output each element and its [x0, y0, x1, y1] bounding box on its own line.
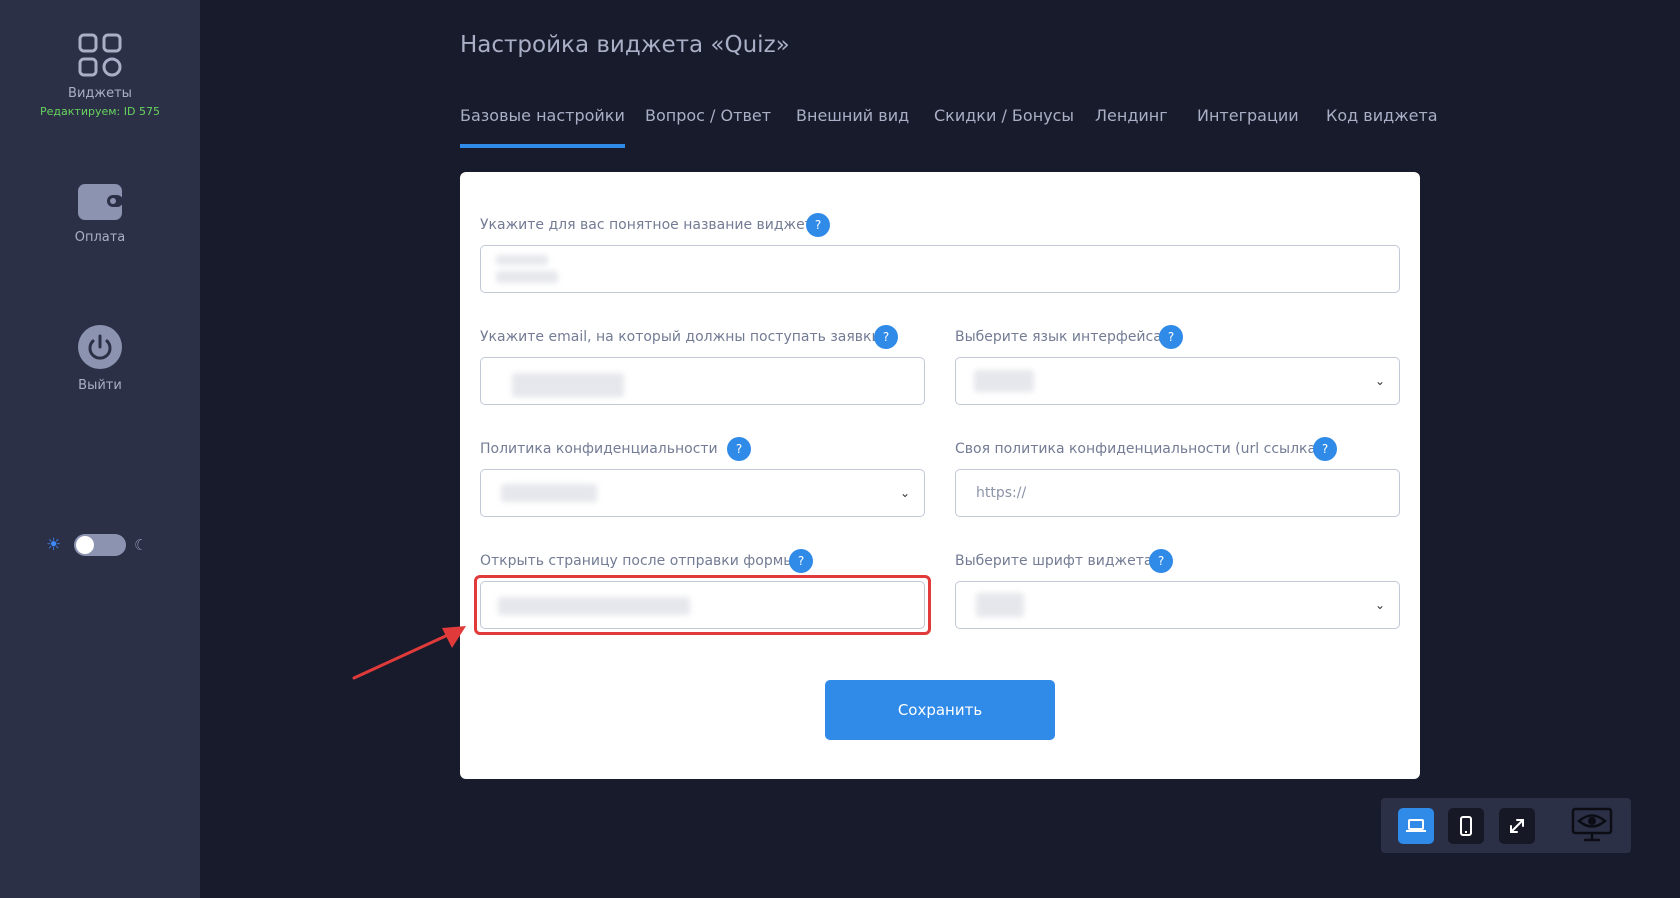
redacted-value	[512, 373, 624, 397]
sidebar-item-label: Оплата	[74, 230, 126, 245]
tab-landing[interactable]: Лендинг	[1095, 104, 1168, 144]
preview-button[interactable]	[1571, 807, 1613, 847]
privacy-policy-select[interactable]: ⌄	[480, 469, 925, 517]
language-select[interactable]: ⌄	[955, 357, 1400, 405]
help-icon[interactable]: ?	[1313, 437, 1337, 461]
theme-switch[interactable]	[74, 534, 126, 556]
save-button[interactable]: Сохранить	[825, 680, 1055, 740]
tab-appearance[interactable]: Внешний вид	[796, 104, 909, 144]
font-label: Выберите шрифт виджета	[955, 553, 1153, 569]
widget-name-input[interactable]	[480, 245, 1400, 293]
redacted-value	[974, 370, 1034, 392]
chevron-down-icon: ⌄	[1374, 598, 1385, 612]
settings-card: Укажите для вас понятное название виджет…	[460, 172, 1420, 779]
redacted-value	[496, 271, 558, 283]
tab-widget-code[interactable]: Код виджета	[1326, 104, 1438, 144]
sidebar: Виджеты Редактируем: ID 575 Оплата Выйти…	[0, 0, 200, 898]
moon-icon: ☾	[134, 536, 148, 554]
sidebar-item-label: Виджеты	[68, 86, 132, 101]
fullscreen-icon	[1510, 819, 1524, 833]
custom-policy-url-input[interactable]	[955, 469, 1400, 517]
redacted-value	[976, 593, 1024, 617]
laptop-view-button[interactable]	[1398, 808, 1434, 844]
redacted-value	[496, 255, 548, 265]
fullscreen-view-button[interactable]	[1499, 808, 1535, 844]
annotation-arrow	[352, 626, 466, 680]
help-icon[interactable]: ?	[874, 325, 898, 349]
custom-policy-label: Своя политика конфиденциальности (url сс…	[955, 441, 1322, 457]
tab-basic-settings[interactable]: Базовые настройки	[460, 104, 625, 148]
sidebar-item-label: Выйти	[78, 378, 122, 393]
preview-mode-bar	[1381, 798, 1631, 853]
wallet-icon	[78, 184, 123, 220]
sidebar-item-payment[interactable]: Оплата	[0, 182, 200, 245]
tab-discounts-bonuses[interactable]: Скидки / Бонусы	[934, 104, 1074, 144]
help-icon[interactable]: ?	[789, 549, 813, 573]
sun-icon: ☀	[46, 535, 62, 555]
redirect-page-label: Открыть страницу после отправки формы	[480, 553, 795, 569]
help-icon[interactable]: ?	[1149, 549, 1173, 573]
tab-integrations[interactable]: Интеграции	[1197, 104, 1299, 144]
editing-id-label: Редактируем: ID 575	[40, 105, 160, 118]
page-title: Настройка виджета «Quiz»	[460, 32, 790, 58]
help-icon[interactable]: ?	[727, 437, 751, 461]
tab-question-answer[interactable]: Вопрос / Ответ	[645, 104, 771, 144]
chevron-down-icon: ⌄	[899, 486, 910, 500]
font-select[interactable]: ⌄	[955, 581, 1400, 629]
mobile-view-button[interactable]	[1448, 808, 1484, 844]
redacted-value	[501, 484, 597, 502]
chevron-down-icon: ⌄	[1374, 374, 1385, 388]
help-icon[interactable]: ?	[1159, 325, 1183, 349]
theme-switch-knob[interactable]	[76, 536, 94, 554]
sidebar-item-widgets[interactable]: Виджеты Редактируем: ID 575	[0, 32, 200, 118]
mobile-icon	[1460, 816, 1472, 836]
theme-toggle[interactable]: ☀ ☾	[46, 534, 156, 556]
email-label: Укажите email, на который должны поступа…	[480, 329, 881, 345]
widget-name-label: Укажите для вас понятное название виджет…	[480, 217, 822, 233]
sidebar-item-logout[interactable]: Выйти	[0, 324, 200, 393]
privacy-policy-label: Политика конфиденциальности	[480, 441, 718, 457]
redacted-value	[498, 597, 690, 615]
power-icon	[78, 325, 122, 369]
language-label: Выберите язык интерфейса	[955, 329, 1162, 345]
help-icon[interactable]: ?	[806, 213, 830, 237]
laptop-icon	[1406, 819, 1426, 832]
preview-eye-icon	[1571, 807, 1613, 842]
widgets-grid-icon	[78, 33, 122, 77]
